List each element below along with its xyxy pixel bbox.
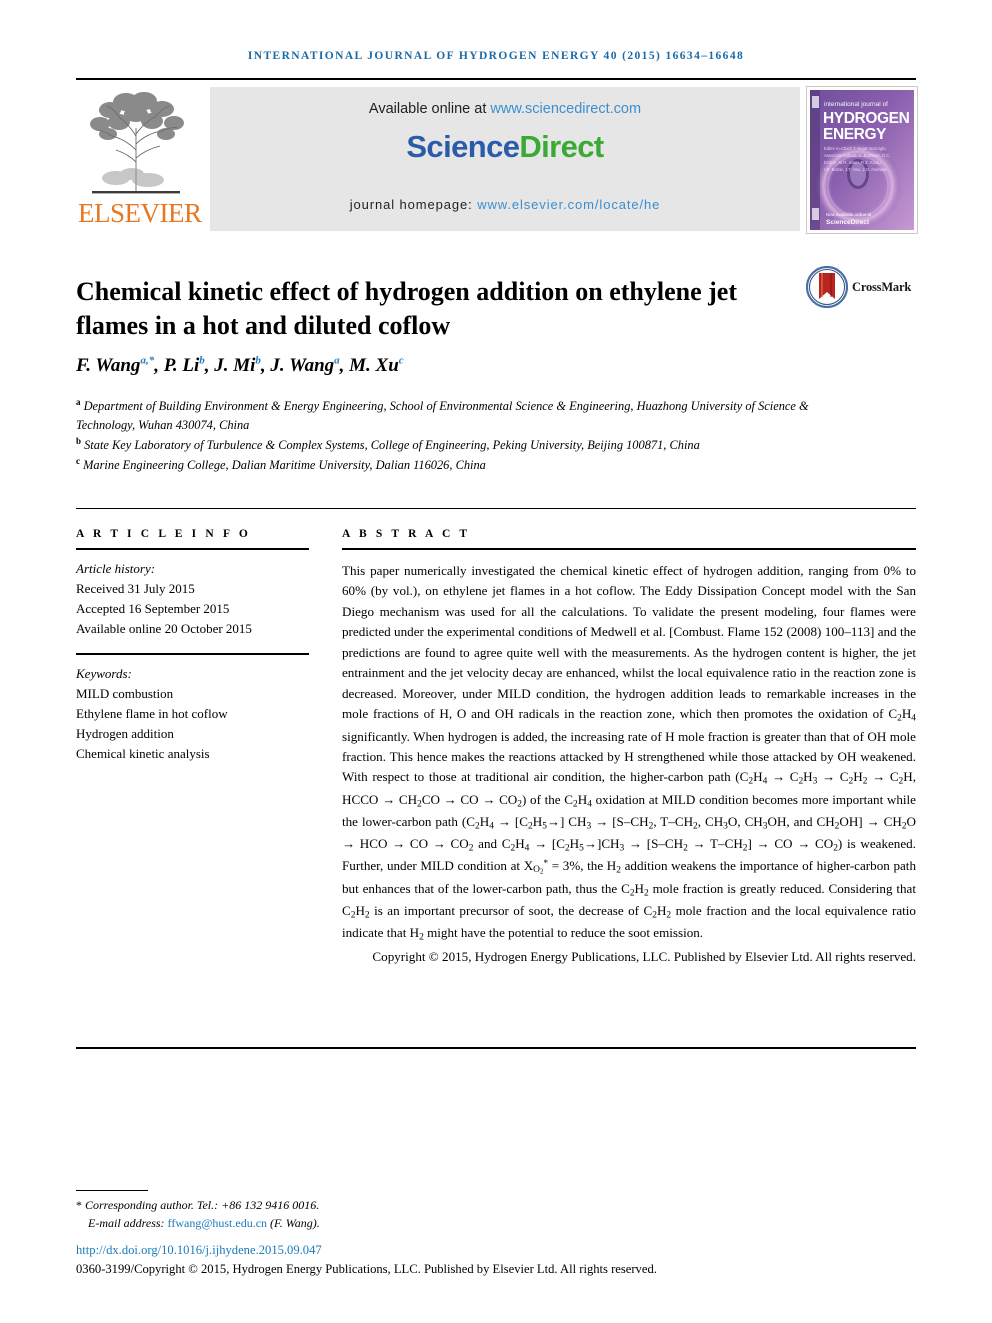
email-label: E-mail address: [88,1216,165,1230]
masthead: ELSEVIER Available online at www.science… [76,86,918,234]
journal-cover-art: international journal of HYDROGEN ENERGY… [810,90,914,230]
article-history-label: Article history: [76,561,156,576]
sciencedirect-link[interactable]: www.sciencedirect.com [490,101,641,117]
svg-text:HYDROGEN: HYDROGEN [823,110,910,127]
keywords-rule [76,652,309,655]
svg-text:I.R. Barbir, J.T. Hsu, J.O. An: I.R. Barbir, J.T. Hsu, J.O. Andrade [824,167,888,172]
author-affiliation-mark: c [398,355,404,367]
author-affiliation-mark: a,* [140,355,155,367]
author-name: J. Wanga [270,355,340,377]
author-name: M. Xuc [349,355,404,377]
elsevier-wordmark: ELSEVIER [78,198,202,228]
author-name: F. Wanga,* [76,355,155,377]
author-affiliation-mark: a [334,355,340,367]
article-history-item: Available online 20 October 2015 [76,621,252,637]
article-info-rule [76,548,309,550]
affiliation-item: a Department of Building Environment & E… [76,397,809,432]
keyword-item: Hydrogen addition [76,725,174,741]
author-name: P. Lib [163,355,205,377]
footnote-divider [76,1190,148,1191]
author-affiliation-mark: b [255,355,261,367]
article-info-column: A R T I C L E I N F O Article history: R… [76,528,309,764]
svg-text:Now available online at: Now available online at [826,212,872,217]
journal-cover-thumbnail: international journal of HYDROGEN ENERGY… [806,86,918,234]
svg-text:ENERGY: ENERGY [823,126,887,143]
svg-text:Associate Editors: A. Bakhtiar: Associate Editors: A. Bakhtiari, D.C. [824,153,891,158]
doi-link[interactable]: http://dx.doi.org/10.1016/j.ijhydene.201… [76,1243,322,1258]
abstract-copyright: Copyright © 2015, Hydrogen Energy Public… [372,948,916,964]
crossmark-label: CrossMark [852,280,912,294]
svg-text:international journal of: international journal of [824,101,888,108]
author-affiliation-mark: b [199,355,205,367]
abstract-bottom-divider [76,1047,916,1049]
issn-copyright-line: 0360-3199/Copyright © 2015, Hydrogen Ene… [76,1262,657,1276]
author-name: J. Mib [214,355,261,377]
sciencedirect-word-science: Science [406,129,520,164]
svg-text:Editor-in-Chief: T. Nejat Vezi: Editor-in-Chief: T. Nejat Veziroglu [824,146,886,151]
affiliation-mark: c [76,455,80,466]
article-history-item: Accepted 16 September 2015 [76,601,230,617]
page-title: Chemical kinetic effect of hydrogen addi… [76,277,737,340]
keywords-block: Keywords: MILD combustion Ethylene flame… [76,664,309,765]
available-online-line: Available online at www.sciencedirect.co… [210,101,800,117]
corresponding-author-marker: * [76,1198,82,1212]
author-list: F. Wanga,*, P. Lib, J. Mib, J. Wanga, M.… [76,355,404,377]
affiliation-item: c Marine Engineering College, Dalian Mar… [76,455,486,472]
journal-homepage-link[interactable]: www.elsevier.com/locate/he [477,197,660,212]
article-history: Article history: Received 31 July 2015 A… [76,559,309,640]
keyword-item: MILD combustion [76,685,174,701]
abstract-rule [342,548,916,550]
corresponding-author-line: * Corresponding author. Tel.: +86 132 94… [76,1196,676,1214]
email-owner: (F. Wang). [270,1216,320,1230]
abstract-body: This paper numerically investigated the … [342,561,916,967]
email-line: E-mail address: ffwang@hust.edu.cn (F. W… [76,1214,676,1232]
corresponding-author-text: Corresponding author. Tel.: +86 132 9416… [85,1198,320,1212]
keyword-item: Ethylene flame in hot coflow [76,705,228,721]
article-info-heading: A R T I C L E I N F O [76,528,251,540]
sciencedirect-panel: Available online at www.sciencedirect.co… [210,87,800,231]
keywords-label: Keywords: [76,665,132,681]
svg-text:ScienceDirect: ScienceDirect [826,219,870,226]
sciencedirect-wordmark: ScienceDirect [210,129,800,165]
email-link[interactable]: ffwang@hust.edu.cn [168,1216,267,1230]
elsevier-logo: ELSEVIER [76,86,202,232]
sciencedirect-word-direct: Direct [519,129,604,164]
journal-homepage-line: journal homepage: www.elsevier.com/locat… [210,197,800,212]
available-online-label: Available online at [368,101,487,117]
affiliation-item: b State Key Laboratory of Turbulence & C… [76,435,700,452]
article-history-item: Received 31 July 2015 [76,581,195,597]
crossmark-icon [805,265,849,309]
journal-homepage-label: journal homepage: [349,197,473,212]
crossmark-badge[interactable]: CrossMark [805,265,924,312]
keyword-item: Chemical kinetic analysis [76,746,210,762]
affiliation-mark: b [76,435,82,446]
svg-text:Erdem, M.R. Islam, R.Z. Kuzlu,: Erdem, M.R. Islam, R.Z. Kuzlu, [824,160,882,165]
header-divider [76,78,916,80]
elsevier-tree-icon [90,92,184,194]
footnote-block: * Corresponding author. Tel.: +86 132 94… [76,1196,676,1232]
info-abstract-divider [76,508,916,509]
affiliation-mark: a [76,397,81,407]
abstract-text: This paper numerically investigated the … [342,563,917,943]
affiliation-list: a Department of Building Environment & E… [76,396,816,475]
running-head: International Journal of Hydrogen Energy… [247,50,745,62]
abstract-column: A B S T R A C T This paper numerically i… [342,528,916,967]
abstract-heading: A B S T R A C T [342,528,471,540]
article-first-page: International Journal of Hydrogen Energy… [0,0,992,1323]
